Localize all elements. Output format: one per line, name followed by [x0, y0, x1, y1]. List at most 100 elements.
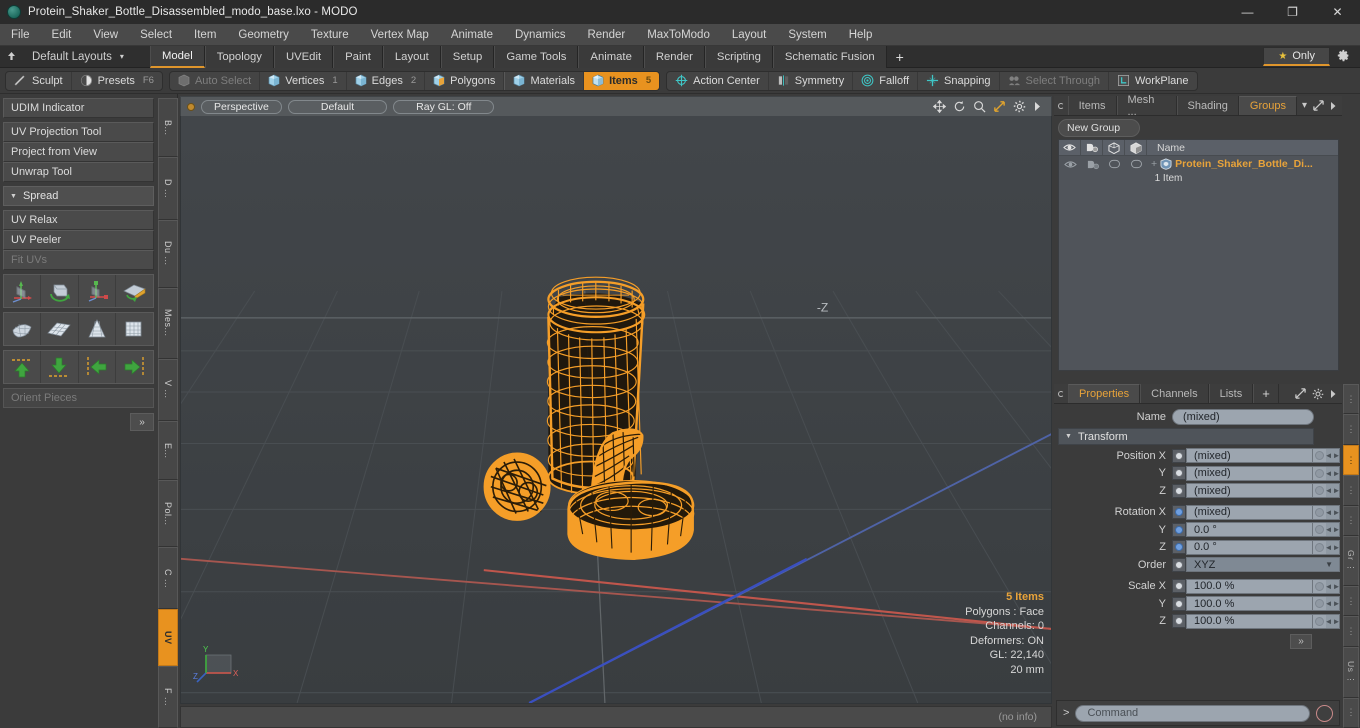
tab-mesh[interactable]: Mesh ... [1116, 94, 1177, 118]
group-row-name[interactable]: + Protein_Shaker_Bottle_Di... [1147, 156, 1338, 172]
expand-row-icon[interactable]: + [1151, 158, 1157, 170]
tab-groups[interactable]: Groups [1238, 96, 1297, 115]
items-button[interactable]: Items 5 [584, 71, 660, 90]
project-from-view-button[interactable]: Project from View [3, 142, 154, 162]
gear-icon[interactable] [1013, 100, 1026, 113]
menu-view[interactable]: View [82, 24, 129, 46]
menu-system[interactable]: System [777, 24, 837, 46]
close-button[interactable]: ✕ [1315, 0, 1360, 24]
scale-y-spinner[interactable]: ◄► [1325, 596, 1340, 612]
align-up-button[interactable] [4, 351, 42, 383]
scale-x-spinner[interactable]: ◄► [1325, 578, 1340, 594]
position-x-input[interactable]: (mixed) [1186, 448, 1313, 464]
expand-properties-button[interactable]: » [1290, 634, 1312, 649]
menu-help[interactable]: Help [838, 24, 884, 46]
popout-icon[interactable] [1313, 100, 1324, 111]
tab-scripting[interactable]: Scripting [704, 45, 773, 68]
auto-select-button[interactable]: Auto Select [170, 71, 261, 90]
tab-layout[interactable]: Layout [382, 45, 441, 68]
position-z-spinner[interactable]: ◄► [1325, 483, 1340, 499]
udim-indicator-button[interactable]: UDIM Indicator [3, 98, 154, 118]
vertices-button[interactable]: Vertices 1 [260, 71, 347, 90]
row-render-toggle[interactable] [1081, 156, 1103, 172]
rotation-x-spinner[interactable]: ◄► [1325, 504, 1340, 520]
vtab-v[interactable]: V ... [158, 358, 178, 421]
tabs-overflow-caret-icon[interactable]: ▾ [1302, 100, 1307, 111]
menu-dynamics[interactable]: Dynamics [504, 24, 576, 46]
perspective-viewport[interactable]: -Z 5 Items Polygons : Face Channels: 0 D… [180, 116, 1052, 704]
rotation-x-input[interactable]: (mixed) [1186, 504, 1313, 520]
menu-vertex-map[interactable]: Vertex Map [360, 24, 440, 46]
tab-animate[interactable]: Animate [578, 45, 644, 68]
new-group-button[interactable]: New Group [1058, 119, 1140, 137]
scale-x-keyframe-dot[interactable] [1172, 579, 1186, 594]
perspective-selector[interactable]: Perspective [201, 99, 282, 114]
rotation-y-keyframe-dot[interactable] [1172, 522, 1186, 537]
properties-menu-icon[interactable] [1054, 384, 1068, 403]
fit-uvs-button[interactable]: Fit UVs [3, 250, 154, 270]
rotation-z-keyframe-dot[interactable] [1172, 540, 1186, 555]
fit-icon[interactable] [993, 100, 1006, 113]
scale-y-keyframe-dot[interactable] [1172, 596, 1186, 611]
rotation-y-spinner[interactable]: ◄► [1325, 522, 1340, 538]
position-y-input[interactable]: (mixed) [1186, 465, 1313, 481]
grid-uv-button[interactable] [41, 313, 79, 345]
uv-relax-button[interactable]: UV Relax [3, 210, 154, 230]
chevron-right-icon[interactable] [1033, 100, 1042, 113]
chevron-right-icon[interactable] [1330, 101, 1337, 111]
groups-list[interactable]: Name + Protein_Shaker_Bottle_Di... 1 Ite… [1058, 139, 1339, 371]
vtab-mesh[interactable]: Mes... [158, 287, 178, 359]
action-center-button[interactable]: Action Center [667, 71, 769, 90]
rotate-icon[interactable] [953, 100, 966, 113]
popout-icon[interactable] [1295, 388, 1306, 399]
rotation-z-input[interactable]: 0.0 ° [1186, 539, 1313, 555]
raygl-selector[interactable]: Ray GL: Off [393, 99, 495, 114]
orient-pieces-button[interactable]: Orient Pieces [3, 388, 154, 408]
only-toggle-button[interactable]: ★ Only [1263, 47, 1330, 66]
edges-button[interactable]: Edges 2 [347, 71, 426, 90]
layout-tree-icon[interactable] [0, 51, 22, 63]
sphere-uv-button[interactable] [4, 313, 42, 345]
vtab-e[interactable]: E... [158, 420, 178, 480]
scale-x-input[interactable]: 100.0 % [1186, 578, 1313, 594]
position-z-input[interactable]: (mixed) [1186, 483, 1313, 499]
flatten-button[interactable] [116, 275, 153, 307]
menu-animate[interactable]: Animate [440, 24, 504, 46]
scale-z-spinner[interactable]: ◄► [1325, 613, 1340, 629]
menu-select[interactable]: Select [129, 24, 183, 46]
vtab-uv[interactable]: UV [158, 609, 178, 667]
tab-shading[interactable]: Shading [1176, 96, 1239, 115]
workplane-button[interactable]: WorkPlane [1109, 72, 1197, 90]
groups-list-empty-area[interactable] [1059, 185, 1338, 370]
materials-button[interactable]: Materials [504, 71, 585, 90]
tab-render[interactable]: Render [643, 45, 705, 68]
vtab-d[interactable]: D ... [158, 157, 178, 220]
vtab-c[interactable]: C ... [158, 546, 178, 610]
row-shade-toggle[interactable] [1125, 156, 1147, 172]
viewport-menu-dot-icon[interactable] [187, 102, 195, 111]
position-x-keyframe-dot[interactable] [1172, 448, 1186, 463]
menu-maxtomodo[interactable]: MaxToModo [636, 24, 721, 46]
align-left-button[interactable] [79, 351, 116, 383]
record-icon[interactable] [1316, 704, 1333, 722]
rvtab-1[interactable]: ⋮ [1343, 384, 1359, 415]
presets-button[interactable]: Presets F6 [72, 72, 162, 90]
command-input[interactable]: Command [1075, 704, 1310, 722]
maximize-button[interactable]: ❐ [1270, 0, 1315, 24]
move-axis-button[interactable] [4, 275, 42, 307]
rotation-z-spinner[interactable]: ◄► [1325, 539, 1340, 555]
chevron-right-icon[interactable] [1330, 389, 1337, 399]
rvtab-7[interactable]: ⋮ [1343, 585, 1359, 617]
tab-game-tools[interactable]: Game Tools [494, 45, 579, 68]
spread-section-header[interactable]: ▼ Spread [3, 186, 154, 206]
order-keyframe-dot[interactable] [1172, 557, 1186, 572]
transform-section-header[interactable]: ▼ Transform [1058, 428, 1314, 445]
panel-menu-icon[interactable] [1054, 96, 1068, 115]
menu-geometry[interactable]: Geometry [227, 24, 300, 46]
vtab-du[interactable]: Du ... [158, 219, 178, 288]
snapping-button[interactable]: Snapping [918, 71, 1000, 90]
vtab-pol[interactable]: Pol... [158, 479, 178, 547]
pan-icon[interactable] [933, 100, 946, 113]
polygons-button[interactable]: Polygons [425, 71, 505, 90]
tab-properties[interactable]: Properties [1068, 384, 1141, 403]
